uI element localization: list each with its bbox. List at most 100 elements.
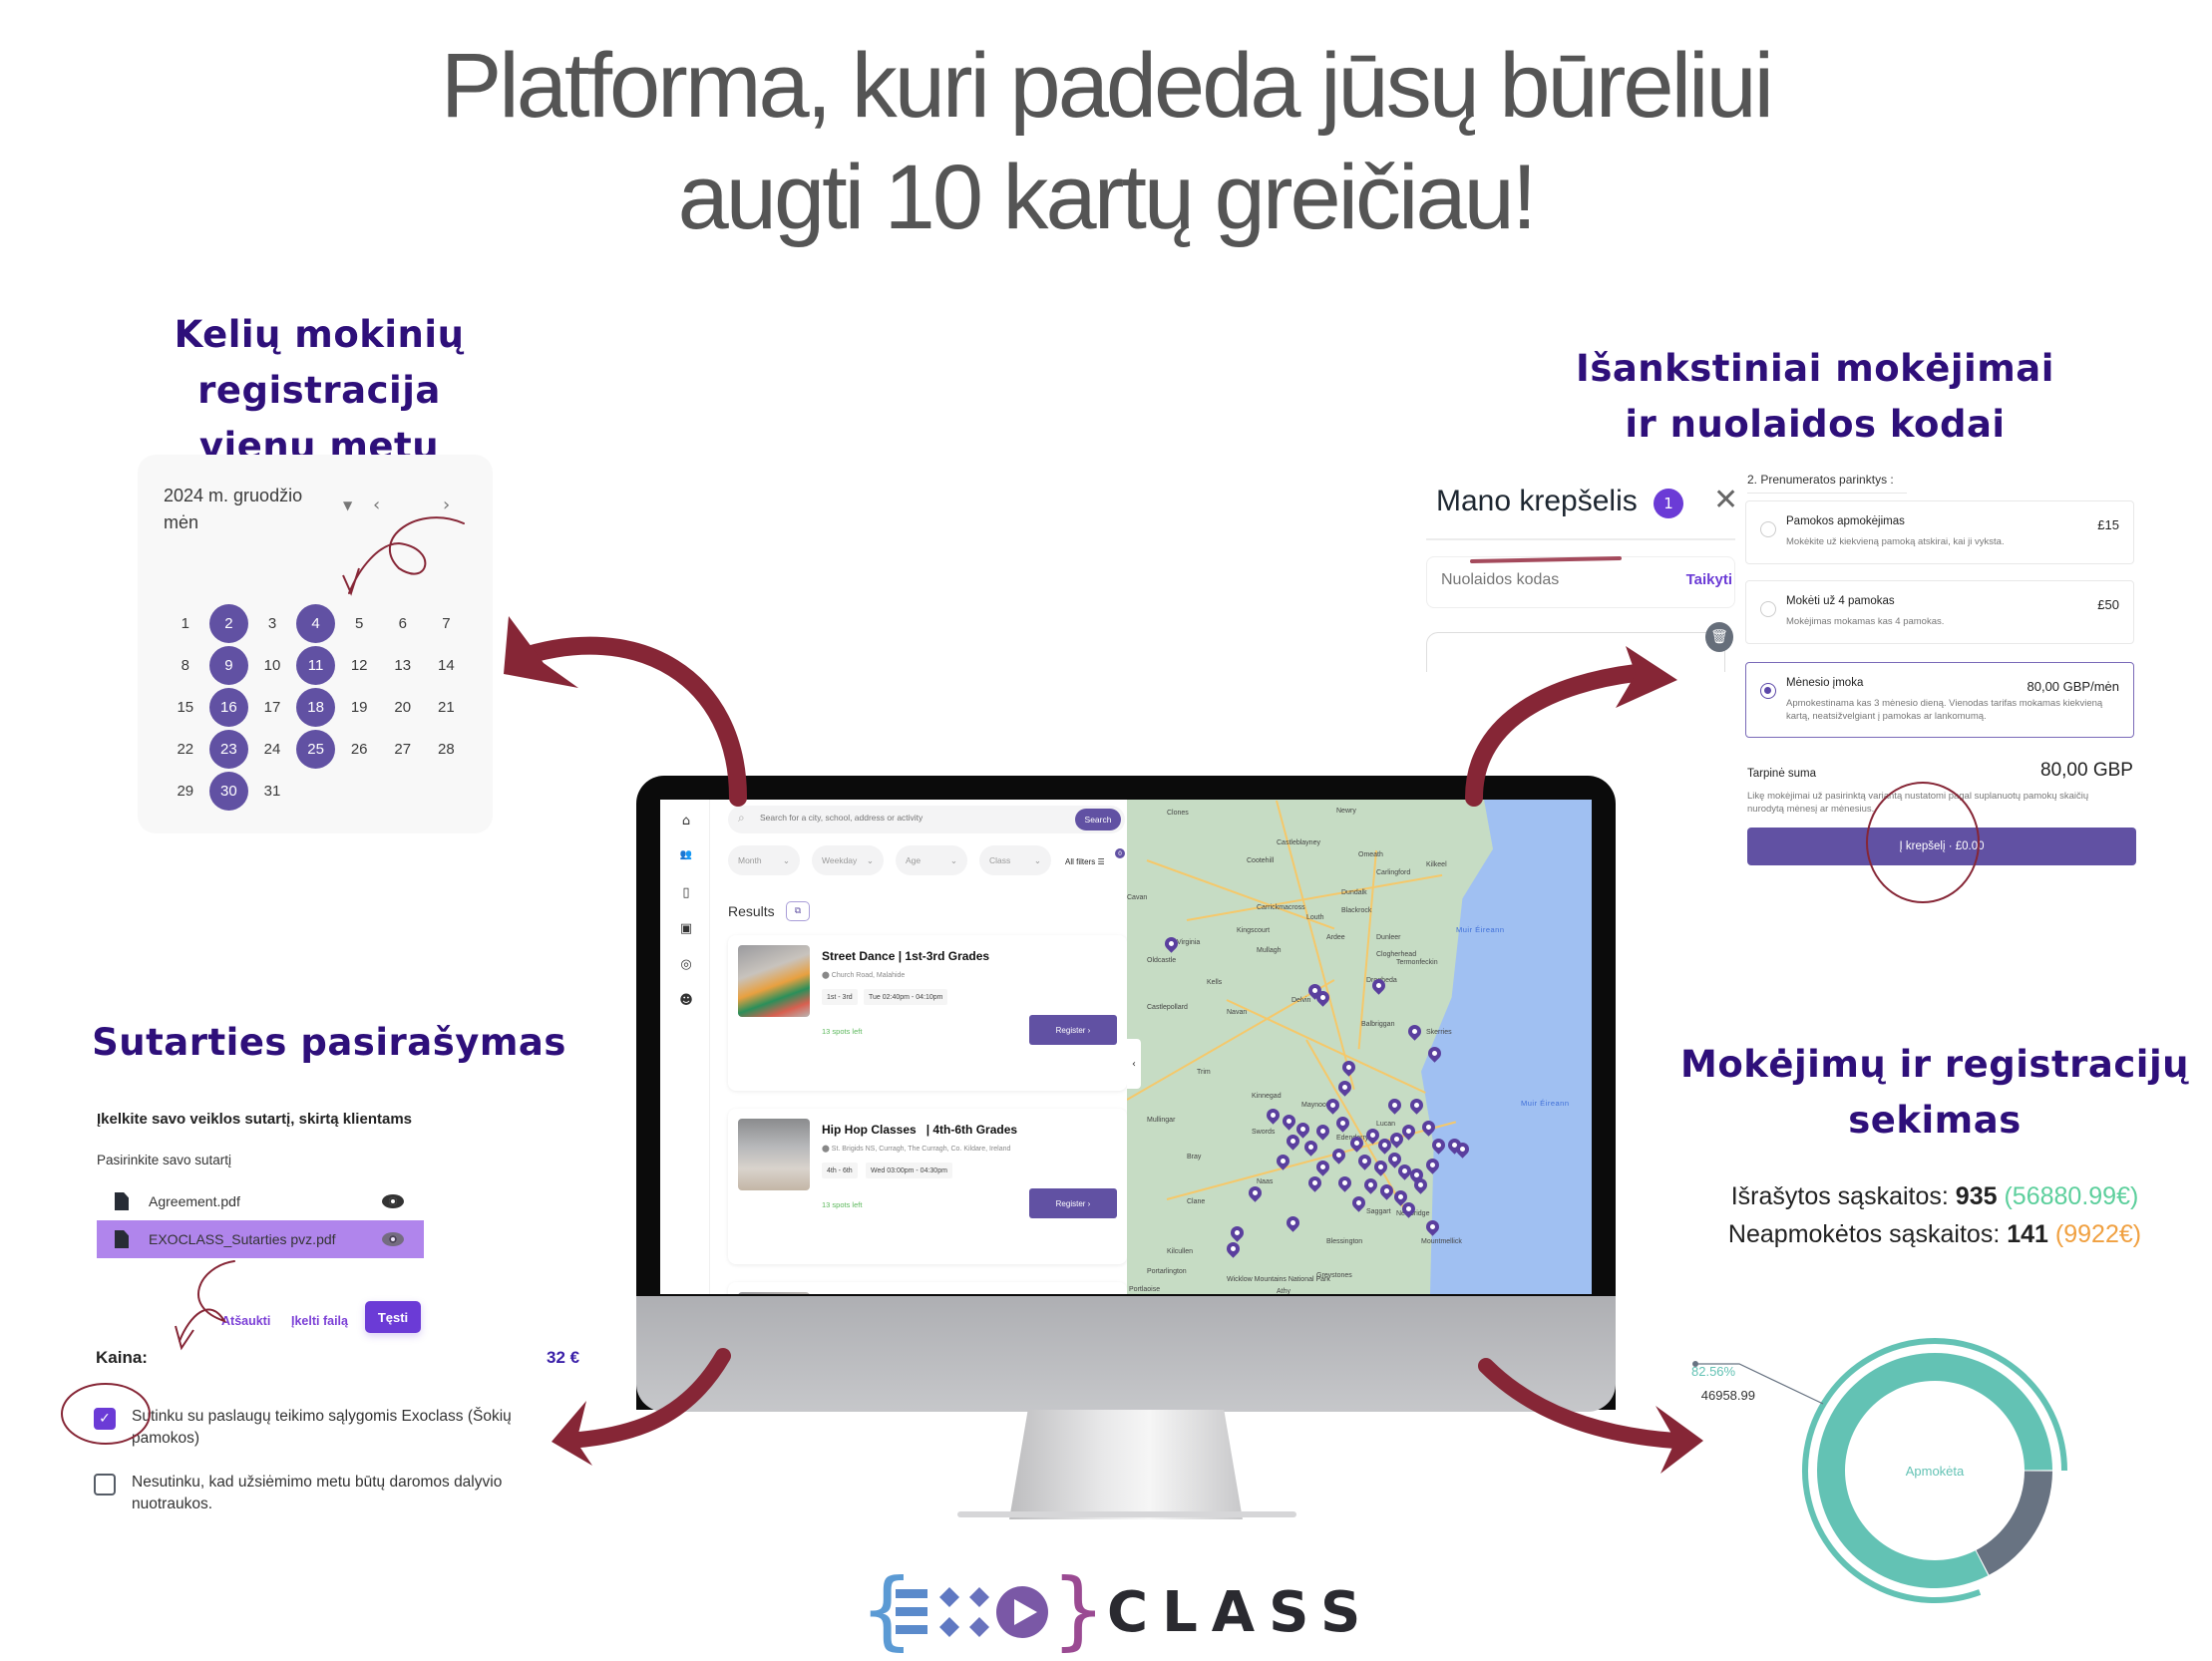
calendar-day[interactable]: 26: [337, 728, 381, 770]
calendar-day[interactable]: 15: [164, 686, 207, 728]
search-button[interactable]: Search: [1075, 809, 1121, 830]
account-icon[interactable]: ◎: [678, 957, 694, 972]
map-pin-icon[interactable]: [1313, 1122, 1332, 1141]
cancel-button[interactable]: Atšaukti: [221, 1314, 270, 1328]
register-button[interactable]: Register ›: [1029, 1188, 1117, 1218]
calendar-day-selected[interactable]: 25: [294, 728, 338, 770]
map-town-label: Louth: [1306, 914, 1324, 921]
calendar-day[interactable]: 31: [250, 770, 294, 812]
map-pin-icon[interactable]: [1224, 1239, 1243, 1258]
calendar-day-selected[interactable]: 30: [207, 770, 251, 812]
calendar-day[interactable]: 29: [164, 770, 207, 812]
map-pin-icon[interactable]: [1264, 1106, 1283, 1125]
map-pin-icon[interactable]: [1407, 1096, 1426, 1115]
map-pin-icon[interactable]: [1301, 1138, 1320, 1157]
users-icon[interactable]: 👥: [678, 849, 694, 860]
calendar-day[interactable]: 27: [381, 728, 425, 770]
map-town-label: Mountmellick: [1421, 1238, 1462, 1245]
map-pin-icon[interactable]: [1405, 1022, 1424, 1041]
calendar-day[interactable]: 17: [250, 686, 294, 728]
map-view[interactable]: Clones Newry Castleblayney Cootehill Omeath K…: [1127, 800, 1592, 1294]
map-pin-icon[interactable]: [1305, 1173, 1324, 1192]
donut-slice-neapmokėta[interactable]: [1976, 1471, 2052, 1575]
calendar-day[interactable]: 10: [250, 644, 294, 686]
chevron-right-icon[interactable]: ›: [443, 495, 450, 515]
filter-weekday[interactable]: Weekday ⌄: [812, 845, 884, 875]
plan-option[interactable]: Mokėti už 4 pamokas Mokėjimas mokamas ka…: [1745, 580, 2134, 644]
map-pin-icon[interactable]: [1313, 1158, 1332, 1176]
calendar-day[interactable]: 24: [250, 728, 294, 770]
consent-checkbox-checked[interactable]: ✓: [94, 1408, 116, 1430]
document-icon[interactable]: ▯: [678, 885, 694, 900]
contact-card-icon[interactable]: ▣: [678, 921, 694, 936]
upload-file-button[interactable]: Įkelti failą: [291, 1314, 348, 1328]
map-pin-icon[interactable]: [1361, 1175, 1380, 1194]
calendar-day[interactable]: 19: [337, 686, 381, 728]
calendar-day-selected[interactable]: 11: [294, 644, 338, 686]
map-pin-icon[interactable]: [1385, 1096, 1404, 1115]
radio-button-selected[interactable]: [1760, 683, 1776, 699]
copy-icon[interactable]: ⧉: [786, 901, 810, 921]
filter-age[interactable]: Age ⌄: [896, 845, 967, 875]
eye-icon[interactable]: [382, 1194, 404, 1208]
calendar-day-selected[interactable]: 23: [207, 728, 251, 770]
calendar-day-selected[interactable]: 2: [207, 602, 251, 644]
search-bar: ⌕ Search: [728, 806, 1125, 833]
map-pin-icon[interactable]: [1349, 1193, 1368, 1212]
plan-option-selected[interactable]: Mėnesio įmoka Apmokestinama kas 3 mėnesi…: [1745, 662, 2134, 738]
radio-button[interactable]: [1760, 601, 1776, 617]
file-row[interactable]: Agreement.pdf: [97, 1182, 424, 1220]
map-town-label: Kingscourt: [1237, 927, 1271, 934]
filter-month[interactable]: Month ⌄: [728, 845, 800, 875]
calendar-day[interactable]: 3: [250, 602, 294, 644]
map-pin-icon[interactable]: [1335, 1173, 1354, 1192]
calendar-day[interactable]: 8: [164, 644, 207, 686]
calendar-day[interactable]: 1: [164, 602, 207, 644]
discount-code-input[interactable]: [1441, 571, 1641, 589]
radio-button[interactable]: [1760, 521, 1776, 537]
add-to-cart-button[interactable]: Į krepšelį · £0.00: [1747, 828, 2136, 865]
calendar-day-selected[interactable]: 16: [207, 686, 251, 728]
chevron-left-icon[interactable]: ‹: [1127, 1039, 1141, 1089]
consent-checkbox[interactable]: [94, 1474, 116, 1495]
spots-left: 13 spots left: [822, 1200, 863, 1209]
continue-button[interactable]: Tęsti: [365, 1301, 421, 1333]
close-icon[interactable]: ✕: [1713, 483, 1738, 517]
calendar-day[interactable]: 28: [425, 728, 469, 770]
apply-discount-button[interactable]: Taikyti: [1686, 571, 1732, 588]
calendar-day-number: 11: [296, 645, 336, 685]
calendar-day-selected[interactable]: 9: [207, 644, 251, 686]
calendar-day[interactable]: 20: [381, 686, 425, 728]
home-icon[interactable]: ⌂: [678, 814, 694, 829]
headline-line-2: augti 10 kartų greičiau!: [677, 147, 1538, 248]
search-input[interactable]: [760, 813, 1029, 823]
file-row-selected[interactable]: EXOCLASS_Sutarties pvz.pdf: [97, 1220, 424, 1258]
filter-class[interactable]: Class ⌄: [979, 845, 1051, 875]
trash-icon[interactable]: 🗑: [1705, 622, 1733, 652]
all-filters-button[interactable]: All filters ☰: [1065, 857, 1105, 866]
map-pin-icon[interactable]: [1228, 1223, 1247, 1242]
calendar-day[interactable]: 22: [164, 728, 207, 770]
calendar-day[interactable]: 6: [381, 602, 425, 644]
unpaid-count: 141: [2007, 1220, 2048, 1248]
chevron-left-icon[interactable]: ‹: [373, 495, 380, 515]
child-icon[interactable]: ☻: [678, 993, 694, 1008]
plan-option[interactable]: Pamokos apmokėjimas Mokėkite už kiekvien…: [1745, 500, 2134, 564]
donut-leader-dot: [1692, 1361, 1698, 1367]
caret-down-icon[interactable]: ▼: [343, 498, 352, 512]
eye-icon[interactable]: [382, 1232, 404, 1246]
register-button[interactable]: Register ›: [1029, 1015, 1117, 1045]
map-pin-icon[interactable]: [1284, 1213, 1302, 1232]
map-pin-icon[interactable]: [1162, 934, 1181, 953]
map-pin-icon[interactable]: [1246, 1183, 1265, 1202]
sliders-icon: ☰: [1097, 857, 1105, 866]
calendar-day[interactable]: 12: [337, 644, 381, 686]
calendar-day[interactable]: 21: [425, 686, 469, 728]
calendar-day[interactable]: 14: [425, 644, 469, 686]
calendar-day-selected[interactable]: 18: [294, 686, 338, 728]
map-pin-icon[interactable]: [1329, 1146, 1348, 1164]
calendar-day[interactable]: 13: [381, 644, 425, 686]
calendar-day[interactable]: 7: [425, 602, 469, 644]
calendar-day-selected[interactable]: 4: [294, 602, 338, 644]
calendar-day[interactable]: 5: [337, 602, 381, 644]
